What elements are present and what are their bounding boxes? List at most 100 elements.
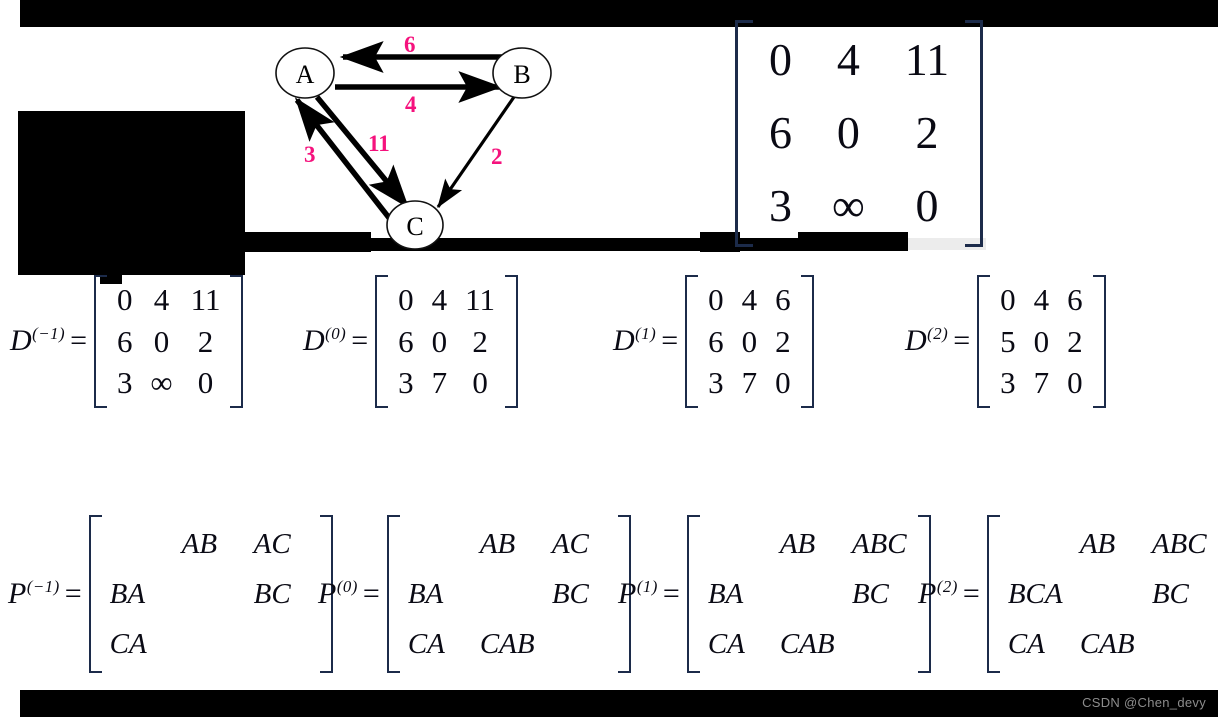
matrix-table: AB ABC BCA BC CA CAB (1001, 519, 1217, 669)
cell: 11 (190, 282, 221, 317)
matrix-brackets: AB AC BA BC CA CAB (386, 515, 631, 673)
redaction-bar-top (20, 0, 1218, 27)
path-matrix-p1: P(1) = AB ABC BA BC CA CAB (618, 515, 931, 673)
matrix-table: AB AC BA BC CA CAB (401, 519, 617, 669)
table-row: 0 4 11 (749, 24, 969, 97)
cell: 0 (1067, 365, 1083, 401)
cell: CA (109, 627, 147, 660)
cell: BA (407, 577, 444, 610)
cell: ABC (851, 527, 907, 560)
cell: 0 (708, 282, 724, 317)
table-row: BA BC (701, 569, 917, 619)
cell: 0 (915, 179, 939, 231)
csdn-watermark: CSDN @Chen_devy (1082, 695, 1206, 710)
svg-text:B: B (513, 60, 530, 89)
equals-sign: = (953, 324, 971, 358)
matrix-label: P(0) (318, 577, 358, 611)
cell: BC (253, 577, 291, 610)
cell: CAB (479, 627, 535, 660)
matrix-superscript: (2) (927, 324, 949, 344)
cell: 0 (741, 323, 758, 359)
cell: 5 (1000, 323, 1016, 359)
cell: 6 (769, 106, 792, 158)
matrix-brackets: 0 4 11 6 0 2 3 ∞ 0 (94, 275, 244, 408)
matrix-letter: P (318, 577, 337, 610)
cell (773, 569, 845, 619)
cell: AC (253, 527, 291, 560)
edge-weight-a-c: 11 (368, 131, 390, 156)
matrix-superscript: (−1) (32, 324, 66, 344)
cell: BA (707, 577, 744, 610)
matrix-table: 0 4 6 6 0 2 3 7 0 (699, 279, 800, 404)
edge-b-c (436, 96, 516, 209)
cell: CA (707, 627, 745, 660)
matrix-letter: D (303, 324, 326, 358)
cell: BC (851, 577, 889, 610)
cell: 4 (153, 282, 170, 317)
matrix-label: D(−1) (10, 324, 65, 358)
intro-adjacency-matrix: 0 4 11 6 0 2 3 ∞ 0 (735, 20, 984, 247)
table-row: 5 0 2 (991, 321, 1092, 363)
cell (401, 519, 473, 569)
cell: 7 (741, 365, 758, 401)
matrix-superscript: (0) (336, 577, 358, 596)
edge-weight-c-a: 3 (304, 142, 316, 167)
distance-matrix-d1: D(1) = 0 4 6 6 0 2 3 7 0 (613, 275, 814, 408)
cell: 6 (1067, 282, 1083, 317)
table-row: CA CAB (401, 619, 617, 669)
matrix-brackets: AB AC BA BC CA (88, 515, 333, 673)
graph-node-a: A (275, 47, 335, 99)
cell: 3 (117, 365, 133, 401)
cell: 4 (1033, 282, 1050, 317)
matrix-label: D(0) (303, 324, 346, 358)
distance-matrix-dm1: D(−1) = 0 4 11 6 0 2 3 ∞ 0 (10, 275, 244, 408)
cell: 6 (117, 323, 133, 359)
intro-matrix-brackets: 0 4 11 6 0 2 3 ∞ 0 (735, 20, 984, 247)
cell (1073, 569, 1145, 619)
table-row: 3 ∞ 0 (108, 362, 229, 404)
cell: 2 (915, 106, 939, 158)
cell: 0 (117, 282, 133, 317)
cell: 0 (398, 282, 414, 317)
edge-weight-b-c: 2 (491, 144, 503, 169)
cell: 11 (465, 282, 496, 317)
path-matrix-p2: P(2) = AB ABC BCA BC CA CAB (918, 515, 1218, 673)
cell: 11 (904, 34, 950, 85)
cell: 0 (472, 365, 488, 401)
matrix-table: 0 4 11 6 0 2 3 7 0 (389, 279, 504, 404)
matrix-table: 0 4 6 5 0 2 3 7 0 (991, 279, 1092, 404)
cell: 6 (708, 323, 724, 359)
matrix-letter: D (10, 324, 33, 358)
cell: 0 (197, 365, 214, 401)
matrix-letter: P (918, 577, 937, 610)
equals-sign: = (662, 577, 680, 610)
cell: AB (1079, 527, 1116, 560)
cell (247, 619, 319, 669)
cell: CA (1007, 627, 1045, 660)
cell (545, 619, 617, 669)
cell: 7 (431, 365, 448, 401)
matrix-table: 0 4 11 6 0 2 3 ∞ 0 (108, 279, 229, 404)
table-row: 6 0 2 (389, 321, 504, 363)
matrix-superscript: (1) (636, 577, 658, 596)
distance-matrix-d0: D(0) = 0 4 11 6 0 2 3 7 0 (303, 275, 518, 408)
cell: 2 (197, 323, 214, 359)
matrix-table: AB AC BA BC CA (103, 519, 319, 669)
cell: AB (479, 527, 516, 560)
cell: ABC (1151, 527, 1207, 560)
cell (701, 519, 773, 569)
cell (1001, 519, 1073, 569)
table-row: BA BC (103, 569, 319, 619)
cell: ∞ (832, 179, 865, 231)
matrix-label: P(2) (918, 577, 958, 611)
matrix-label: D(2) (905, 324, 948, 358)
matrix-label: P(1) (618, 577, 658, 611)
cell: 3 (769, 179, 792, 231)
cell: CAB (779, 627, 835, 660)
table-row: 0 4 11 (108, 279, 229, 321)
matrix-label: P(−1) (8, 577, 60, 611)
table-row: AB ABC (701, 519, 917, 569)
equals-sign: = (70, 324, 87, 358)
table-row: 6 0 2 (699, 321, 800, 363)
matrix-superscript: (−1) (26, 577, 60, 596)
